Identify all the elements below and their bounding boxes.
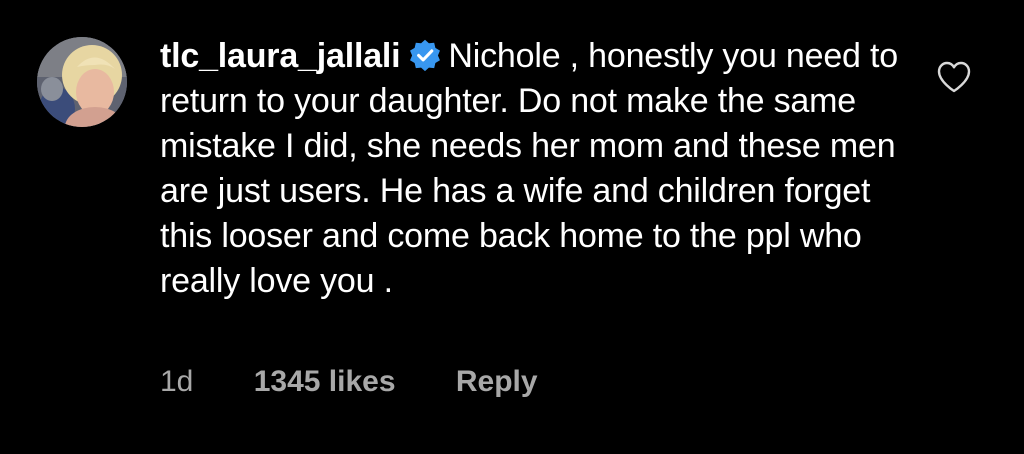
comment-time: 1d bbox=[160, 365, 194, 398]
likes-count[interactable]: 1345 likes bbox=[254, 364, 396, 400]
avatar-photo bbox=[37, 37, 127, 127]
comment-body: tlc_laura_jallali Nichole , honestly you… bbox=[160, 34, 920, 304]
comment-meta: 1d 1345 likes Reply bbox=[160, 364, 538, 400]
reply-button[interactable]: Reply bbox=[456, 364, 538, 400]
comment: tlc_laura_jallali Nichole , honestly you… bbox=[0, 0, 1024, 454]
heart-outline-icon[interactable] bbox=[936, 60, 972, 94]
verified-badge-icon bbox=[410, 39, 441, 72]
username[interactable]: tlc_laura_jallali bbox=[160, 37, 401, 75]
comment-text: Nichole , honestly you need to return to… bbox=[160, 37, 898, 300]
avatar[interactable] bbox=[37, 37, 127, 127]
